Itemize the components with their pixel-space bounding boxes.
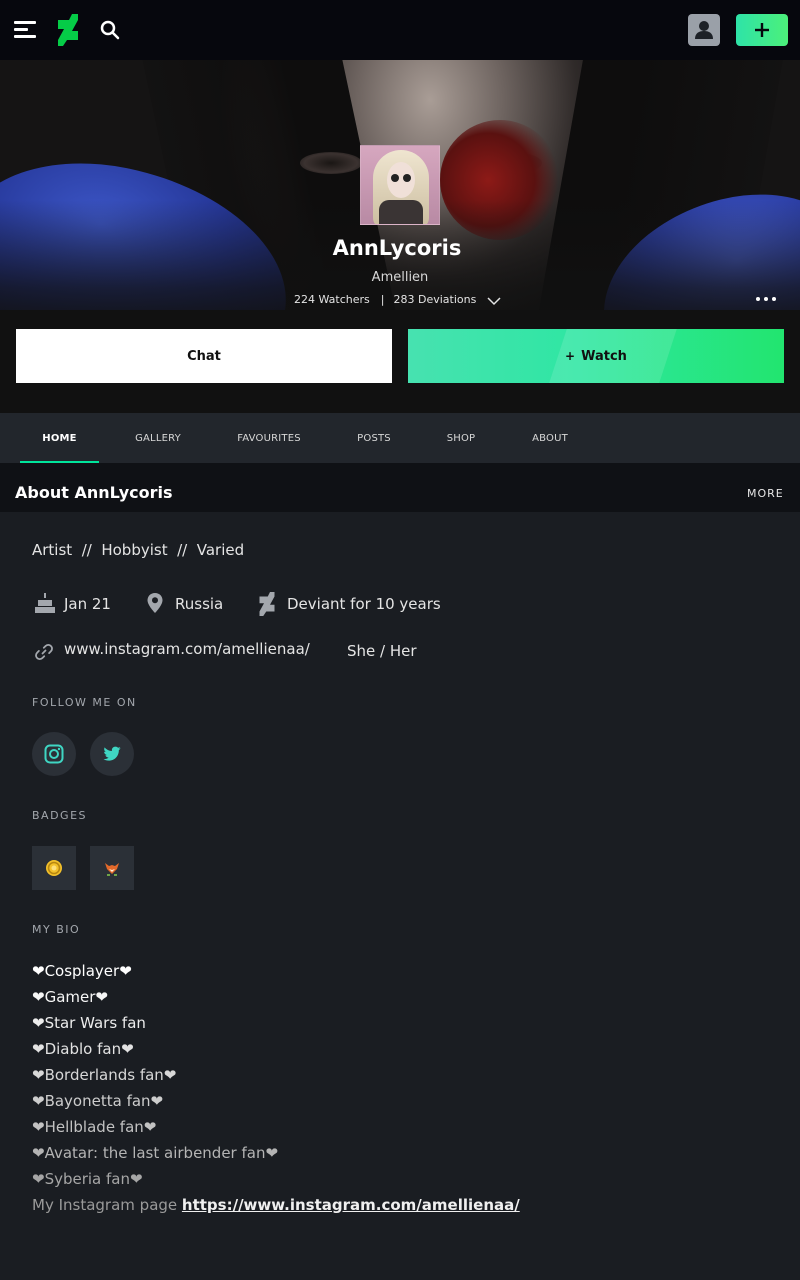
user-roles: Artist // Hobbyist // Varied [32,541,245,559]
watch-button-label: Watch [581,348,627,364]
badge-fox[interactable] [90,846,134,890]
bio-line: ❤Cosplayer❤ [32,962,132,980]
tab-shop-label: SHOP [446,432,476,444]
avatar[interactable] [360,145,440,225]
twitter-button[interactable] [90,732,134,776]
bio-line: ❤Syberia fan❤ [32,1170,143,1188]
member-since-info: Deviant for 10 years [258,592,448,616]
tab-about-label: ABOUT [532,432,568,444]
link-icon [35,643,53,661]
birthday-info: Jan 21 [32,592,122,616]
deviantart-logo-icon[interactable] [56,14,80,46]
bio-line: ❤Avatar: the last airbender fan❤ [32,1144,279,1162]
instagram-button[interactable] [32,732,76,776]
tab-favourites[interactable]: FAVOURITES [224,413,314,463]
tab-about[interactable]: ABOUT [520,413,580,463]
submit-deviation-button[interactable] [736,14,788,46]
bio-line: ❤Bayonetta fan❤ [32,1092,164,1110]
about-title: About AnnLycoris [15,483,173,502]
chat-button[interactable]: Chat [16,329,392,383]
tab-posts-label: POSTS [357,432,391,444]
bio-instagram-line: My Instagram page https://www.instagram.… [32,1196,772,1222]
tab-home[interactable]: HOME [20,413,99,463]
chevron-down-icon[interactable] [486,295,502,307]
tab-gallery-label: GALLERY [135,432,181,444]
bio-instagram-prefix: My Instagram page [32,1196,182,1214]
bio-line: ❤Star Wars fan [32,1014,146,1032]
plus-icon [755,23,769,37]
badge-llama[interactable] [32,846,76,890]
bio-line: ❤Gamer❤ [32,988,108,1006]
profile-username: AnnLycoris [332,236,462,260]
watchers-count[interactable]: 224 Watchers [294,293,370,306]
location-pin-icon [147,593,163,613]
stats-separator: | [380,293,385,306]
follow-me-label: FOLLOW ME ON [32,696,137,709]
tab-shop[interactable]: SHOP [433,413,489,463]
bio-line: ❤Diablo fan❤ [32,1040,134,1058]
top-nav-bar [0,0,800,60]
tab-favourites-label: FAVOURITES [237,432,301,444]
member-since-text: Deviant for 10 years [287,595,441,613]
profile-header: AnnLycoris Amellien 224 Watchers | 283 Dev… [0,60,800,413]
bio-instagram-link[interactable]: https://www.instagram.com/amellienaa/ [182,1196,520,1214]
gold-coin-badge-icon [46,860,62,876]
bio-line: ❤Borderlands fan❤ [32,1066,177,1084]
deviantart-small-icon [259,592,275,616]
twitter-icon [103,746,121,761]
fox-badge-icon [105,863,119,876]
website-link[interactable]: www.instagram.com/amellienaa/ [64,640,310,658]
instagram-icon [44,744,64,764]
profile-tabs: HOME GALLERY FAVOURITES POSTS SHOP ABOUT [0,413,800,463]
user-icon [695,21,713,39]
about-section-header: About AnnLycoris MORE [0,463,800,512]
chat-button-label: Chat [187,348,221,364]
about-content: Artist // Hobbyist // Varied Jan 21 Russ… [0,512,800,1280]
watch-button[interactable]: + Watch [408,329,784,383]
more-options-icon[interactable] [754,292,778,306]
my-bio-label: MY BIO [32,923,81,936]
badges-label: BADGES [32,809,87,822]
hamburger-icon[interactable] [12,18,38,42]
location-text: Russia [175,595,224,613]
cake-icon [35,593,55,613]
about-more-link[interactable]: MORE [747,487,784,500]
bio-line: ❤Hellblade fan❤ [32,1118,157,1136]
profile-stats: 224 Watchers | 283 Deviations [294,293,501,311]
pronouns: She / Her [347,642,417,660]
tab-gallery[interactable]: GALLERY [122,413,194,463]
birthday-text: Jan 21 [64,595,111,613]
bio-text: ❤Cosplayer❤ ❤Gamer❤ ❤Star Wars fan ❤Diab… [32,962,772,1222]
deviations-count[interactable]: 283 Deviations [393,293,476,306]
search-icon[interactable] [98,18,122,42]
profile-tagline: Amellien [371,270,429,285]
watch-plus-icon: + [565,349,576,363]
user-account-button[interactable] [688,14,720,46]
tab-posts[interactable]: POSTS [344,413,404,463]
tab-home-label: HOME [42,432,77,444]
location-info: Russia [144,592,234,616]
